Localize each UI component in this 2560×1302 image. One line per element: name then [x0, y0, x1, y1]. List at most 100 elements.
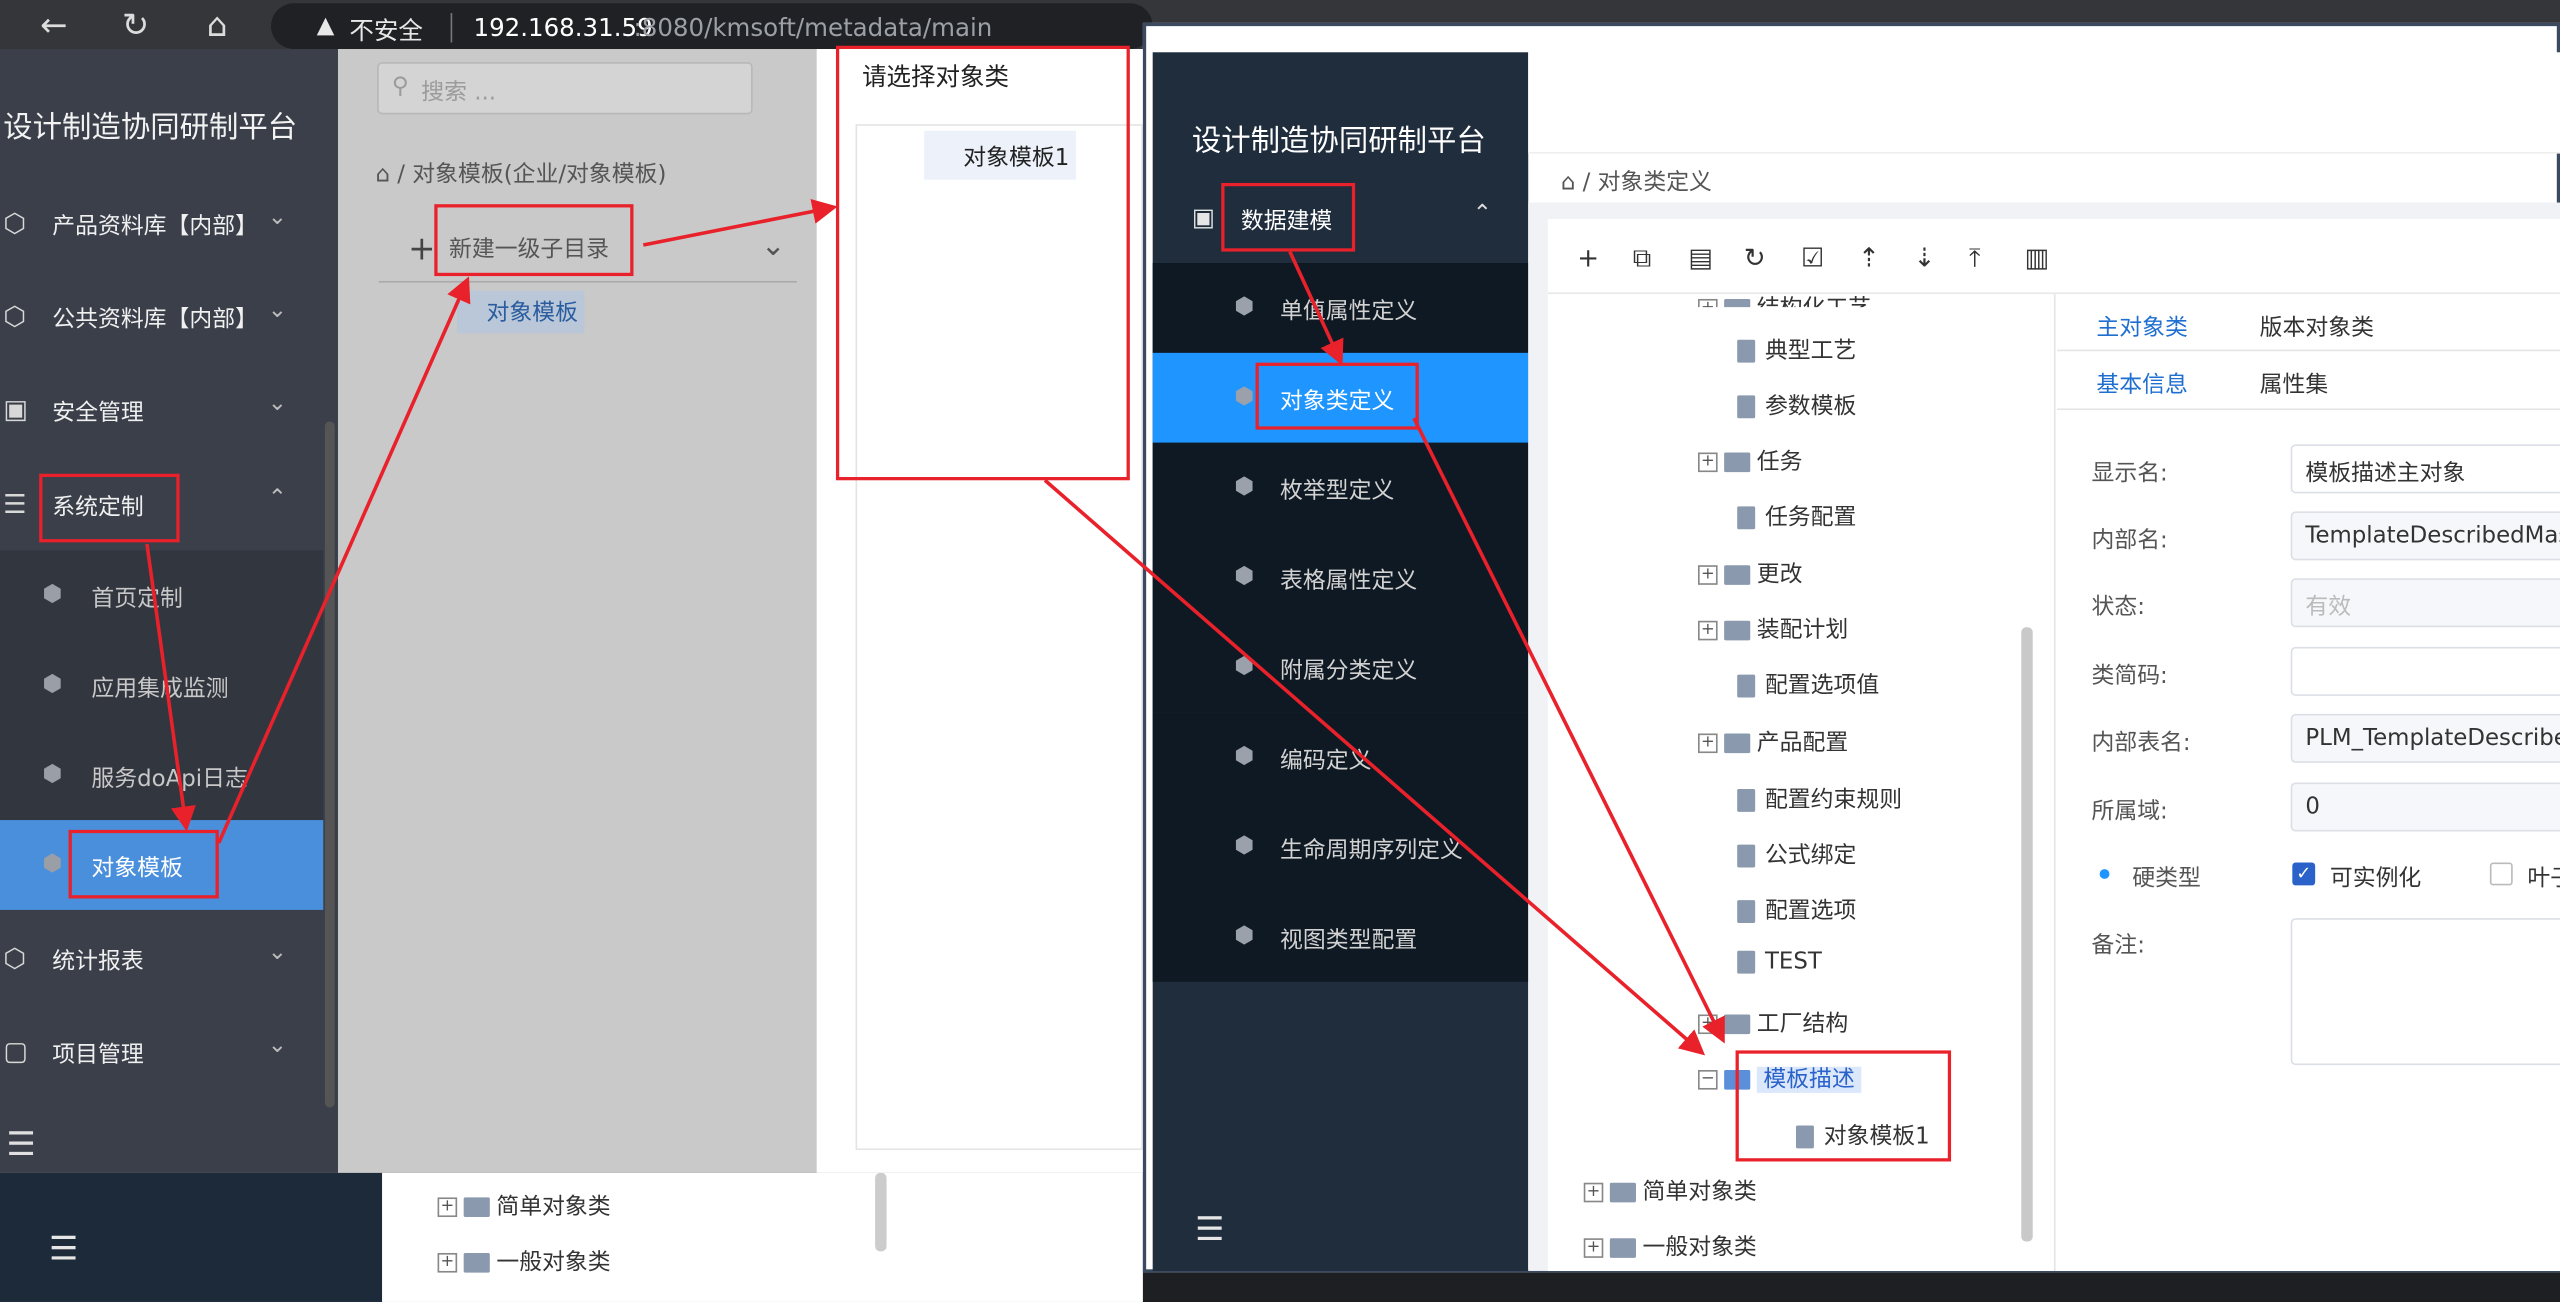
expand-icon[interactable]: +	[1698, 452, 1718, 473]
reload-icon[interactable]: ↻	[118, 7, 154, 43]
address-separator	[450, 13, 453, 43]
hexagon-icon: ⬢	[42, 851, 63, 878]
tab-attribute-set[interactable]: 属性集	[2260, 368, 2329, 401]
hexagon-icon: ⬢	[1234, 743, 1255, 770]
left-submenu-doapi-log[interactable]: ⬢ 服务doApi日志	[0, 730, 324, 821]
home-icon[interactable]: ⌂	[1561, 170, 1576, 196]
hexagon-icon: ⬢	[1234, 563, 1255, 590]
tree-node[interactable]: 公式绑定	[1737, 838, 1856, 877]
internal-name-field[interactable]: TemplateDescribedMast	[2290, 511, 2560, 561]
tab-basic-info[interactable]: 基本信息	[2096, 368, 2187, 401]
tree-node[interactable]: + 产品配置	[1698, 725, 1848, 764]
tree-node[interactable]: 参数模板	[1737, 389, 1856, 428]
nav-item-enum[interactable]: ⬢ 枚举型定义	[1152, 442, 1529, 533]
tab-main-class[interactable]: 主对象类	[2096, 310, 2187, 343]
tree-label: 配置选项值	[1764, 673, 1880, 700]
nav-item-lifecycle[interactable]: ⬢ 生命周期序列定义	[1152, 802, 1529, 892]
table-name-field[interactable]: PLM_TemplateDescribed	[2290, 713, 2560, 763]
leaf-checkbox[interactable]	[2489, 862, 2513, 886]
tree-node[interactable]: + 任务	[1698, 444, 1803, 483]
lower-scrollbar[interactable]	[875, 1172, 887, 1252]
tree-node[interactable]: 任务配置	[1737, 500, 1856, 539]
tree-node[interactable]: 配置选项值	[1737, 668, 1879, 707]
annotation-box-picker	[835, 45, 1130, 481]
remark-field[interactable]	[2290, 918, 2560, 1066]
tree-node[interactable]: + 工厂结构	[1698, 1006, 1848, 1045]
left-menu-label: 公共资料库【内部】	[52, 307, 258, 334]
tree-node[interactable]: + 简单对象类	[1583, 1175, 1757, 1214]
tree-node[interactable]: + 更改	[1698, 557, 1803, 596]
expand-icon[interactable]: +	[437, 1197, 458, 1218]
folder-icon	[463, 1252, 490, 1273]
lower-tree-general-class[interactable]: + 一般对象类	[437, 1245, 611, 1284]
chevron-up-icon: ⌃	[267, 485, 287, 512]
annotation-box-object-template	[68, 829, 219, 899]
collapse-menu-icon[interactable]: ☰	[1195, 1209, 1224, 1248]
display-name-field[interactable]: 模板描述主对象	[2290, 444, 2560, 494]
breadcrumb-current: 对象类定义	[1597, 169, 1712, 197]
domain-field[interactable]: 0	[2290, 782, 2560, 832]
hexagon-icon: ⬢	[1234, 833, 1255, 860]
left-menu-security[interactable]: ▣ 安全管理 ⌄	[0, 364, 323, 455]
left-menu-public-library[interactable]: ⬡ 公共资料库【内部】 ⌄	[0, 271, 323, 362]
left-scrollbar[interactable]	[324, 421, 335, 1108]
tree-node-object-template[interactable]: 对象模板	[457, 290, 585, 334]
refresh-icon[interactable]: ↻	[1744, 242, 1766, 273]
folder-icon	[1724, 733, 1751, 754]
expand-icon[interactable]: +	[437, 1252, 458, 1273]
tree-label: 一般对象类	[496, 1249, 611, 1276]
add-icon[interactable]: +	[1577, 242, 1599, 273]
document-icon	[1737, 900, 1756, 923]
tree-label: 任务配置	[1764, 504, 1857, 531]
expand-icon[interactable]: +	[1698, 620, 1718, 641]
add-icon[interactable]: +	[408, 229, 435, 268]
expand-icon[interactable]: +	[1698, 298, 1718, 308]
expand-icon[interactable]: +	[1698, 565, 1718, 585]
save-icon[interactable]: ▤	[1688, 242, 1713, 273]
collapse-menu-icon[interactable]: ☰	[49, 1228, 78, 1267]
left-menu-projects[interactable]: ▢ 项目管理 ⌄	[0, 1006, 323, 1097]
expand-icon[interactable]: +	[1698, 1014, 1718, 1035]
collapse-icon[interactable]: −	[1698, 1070, 1718, 1090]
tab-version-class[interactable]: 版本对象类	[2260, 310, 2374, 343]
tree-scrollbar[interactable]	[2021, 627, 2033, 1242]
left-submenu-home-custom[interactable]: ⬢ 首页定制	[0, 550, 324, 641]
database-icon[interactable]: ▥	[2025, 242, 2050, 273]
nav-item-view-type[interactable]: ⬢ 视图类型配置	[1152, 891, 1529, 982]
nav-item-sub-category[interactable]: ⬢ 附属分类定义	[1152, 622, 1529, 713]
folder-icon	[1724, 1014, 1751, 1035]
expand-icon[interactable]: +	[1583, 1182, 1604, 1203]
lower-tree-simple-class[interactable]: + 简单对象类	[437, 1189, 611, 1228]
left-menu-product-library[interactable]: ⬡ 产品资料库【内部】 ⌄	[0, 178, 323, 269]
collapse-menu-icon[interactable]: ☰	[7, 1124, 36, 1163]
tree-node[interactable]: 配置选项	[1737, 894, 1856, 933]
hexagon-icon: ⬢	[42, 581, 63, 608]
download-icon[interactable]: ⇣	[1914, 242, 1936, 273]
tree-node[interactable]: 典型工艺	[1737, 333, 1856, 372]
export-icon[interactable]: ⤒	[1969, 242, 1981, 275]
status-field[interactable]: 有效	[2290, 578, 2560, 628]
left-menu-reports[interactable]: ⬡ 统计报表 ⌄	[0, 913, 323, 1004]
tree-node[interactable]: TEST	[1737, 949, 1822, 988]
upload-icon[interactable]: ⇡	[1858, 242, 1880, 273]
instantiable-checkbox[interactable]: ✓	[2292, 862, 2316, 886]
tree-node[interactable]: + 装配计划	[1698, 613, 1848, 652]
nav-item-table-attr[interactable]: ⬢ 表格属性定义	[1152, 532, 1529, 623]
left-submenu-integration-monitor[interactable]: ⬢ 应用集成监测	[0, 640, 324, 731]
expand-icon[interactable]: +	[1698, 733, 1718, 754]
home-icon[interactable]: ⌂	[376, 162, 391, 188]
tree-node[interactable]: + 一般对象类	[1583, 1230, 1757, 1269]
tree-node[interactable]: 配置约束规则	[1737, 782, 1902, 821]
class-code-field[interactable]	[2290, 646, 2560, 696]
search-input[interactable]: ⚲ 搜索 ...	[377, 62, 753, 115]
chevron-down-icon[interactable]: ⌄	[761, 229, 786, 263]
tree-node[interactable]: + 结构化工艺	[1698, 291, 1871, 308]
address-bar[interactable]: ▲ 不安全 192.168.31.59 :8080/kmsoft/metadat…	[271, 3, 1153, 50]
copy-icon[interactable]: ⧉	[1633, 242, 1652, 275]
nav-item-single-attr[interactable]: ⬢ 单值属性定义	[1152, 263, 1529, 353]
back-icon[interactable]: ←	[36, 7, 72, 43]
check-icon[interactable]: ☑	[1801, 242, 1824, 273]
home-icon[interactable]: ⌂	[199, 7, 235, 43]
nav-item-code[interactable]: ⬢ 编码定义	[1152, 712, 1529, 803]
expand-icon[interactable]: +	[1583, 1238, 1604, 1258]
